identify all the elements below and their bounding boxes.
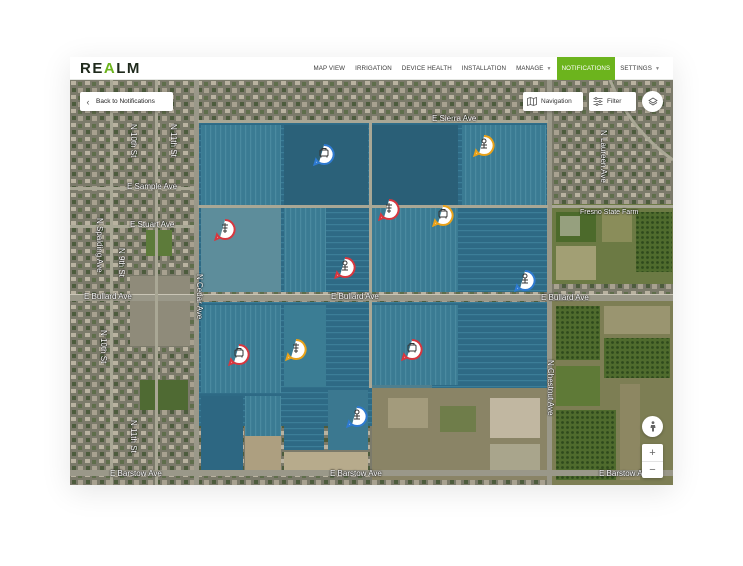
pegman-icon (650, 421, 655, 432)
zoom-control: + − (642, 444, 663, 478)
filter-sliders-icon (589, 97, 607, 106)
nav-item-label: NOTIFICATIONS (561, 65, 611, 72)
marker-device-warning-2[interactable] (432, 205, 454, 227)
marker-valve-critical-3[interactable] (334, 257, 356, 279)
navigation-label: Navigation (541, 98, 572, 105)
main-nav: MAP VIEW IRRIGATION DEVICE HEALTH INSTALLAT… (308, 57, 665, 80)
nav-item-label: MANAGE (516, 65, 544, 72)
nav-item-irrigation[interactable]: IRRIGATION (350, 57, 397, 80)
chevron-left-icon: ‹ (86, 96, 90, 107)
street-label: N Laureen Ave (599, 130, 608, 183)
street-label: N 11th St (129, 420, 138, 453)
filter-button[interactable]: Filter (589, 92, 636, 111)
chevron-down-icon: ▼ (654, 65, 660, 72)
marker-device-critical-4[interactable] (228, 344, 250, 366)
marker-valve-warning-1[interactable] (473, 135, 495, 157)
nav-item-label: MAP VIEW (313, 65, 346, 72)
zoom-out-button[interactable]: − (642, 461, 663, 478)
nav-item-label: DEVICE HEALTH (401, 65, 452, 72)
filter-label: Filter (607, 98, 622, 105)
chevron-down-icon: ▼ (546, 65, 552, 72)
back-button-label: Back to Notifications (96, 98, 155, 105)
marker-device-critical-5[interactable] (401, 339, 423, 361)
nav-item-settings[interactable]: SETTINGS ▼ (615, 57, 665, 80)
street-label: N 11th St (169, 124, 178, 157)
place-label: Fresno State Farm (580, 209, 639, 216)
nav-item-installation[interactable]: INSTALLATION (457, 57, 511, 80)
street-label: E Sierra Ave (432, 114, 477, 123)
navigation-button[interactable]: Navigation (523, 92, 583, 111)
marker-valve-info-2[interactable] (514, 270, 536, 292)
street-label: E Bullard Ave (84, 292, 132, 301)
satellite-map[interactable]: E Sierra Ave E Sample Ave E Stuart Ave E… (70, 80, 673, 485)
street-label: E Barstow Ave (330, 469, 382, 478)
street-label: E Sample Ave (127, 182, 178, 191)
street-label: N 10th St (99, 330, 108, 364)
map-imagery (70, 80, 673, 485)
nav-item-map-view[interactable]: MAP VIEW (308, 57, 350, 80)
marker-valve-info-3[interactable] (346, 406, 368, 428)
nav-item-manage[interactable]: MANAGE ▼ (511, 57, 556, 80)
top-navigation-bar: REALM MAP VIEW IRRIGATION DEVICE HEALTH INS… (70, 57, 673, 80)
zoom-in-button[interactable]: + (642, 444, 663, 461)
marker-sensor-warning-3[interactable] (285, 339, 307, 361)
street-view-button[interactable] (642, 416, 663, 437)
nav-item-label: IRRIGATION (355, 65, 392, 72)
marker-device-info-1[interactable] (313, 144, 335, 166)
nav-item-label: INSTALLATION (461, 65, 507, 72)
street-label: E Bullard Ave (331, 292, 379, 301)
map-icon (523, 97, 541, 106)
marker-sensor-critical-1[interactable] (378, 199, 400, 221)
street-label: N 9th St (117, 248, 126, 277)
app-window: REALM MAP VIEW IRRIGATION DEVICE HEALTH INS… (70, 57, 673, 485)
street-label: N 10th St (129, 124, 138, 158)
realm-logo[interactable]: REALM (80, 61, 141, 76)
back-to-notifications-button[interactable]: ‹ Back to Notifications (80, 92, 173, 111)
street-label: N Spalding Ave (95, 218, 104, 273)
street-label: E Bullard Ave (541, 293, 589, 302)
marker-sensor-critical-2[interactable] (214, 219, 236, 241)
nav-item-device-health[interactable]: DEVICE HEALTH (397, 57, 457, 80)
street-label: N Cedar Ave (195, 274, 204, 320)
street-label: E Stuart Ave (130, 220, 175, 229)
nav-item-notifications[interactable]: NOTIFICATIONS (556, 57, 616, 80)
layers-button[interactable] (642, 91, 663, 112)
nav-item-label: SETTINGS (620, 65, 652, 72)
layers-icon (647, 97, 658, 105)
street-label: N Chestnut Ave (546, 360, 555, 416)
street-label: E Barstow Ave (110, 469, 162, 478)
